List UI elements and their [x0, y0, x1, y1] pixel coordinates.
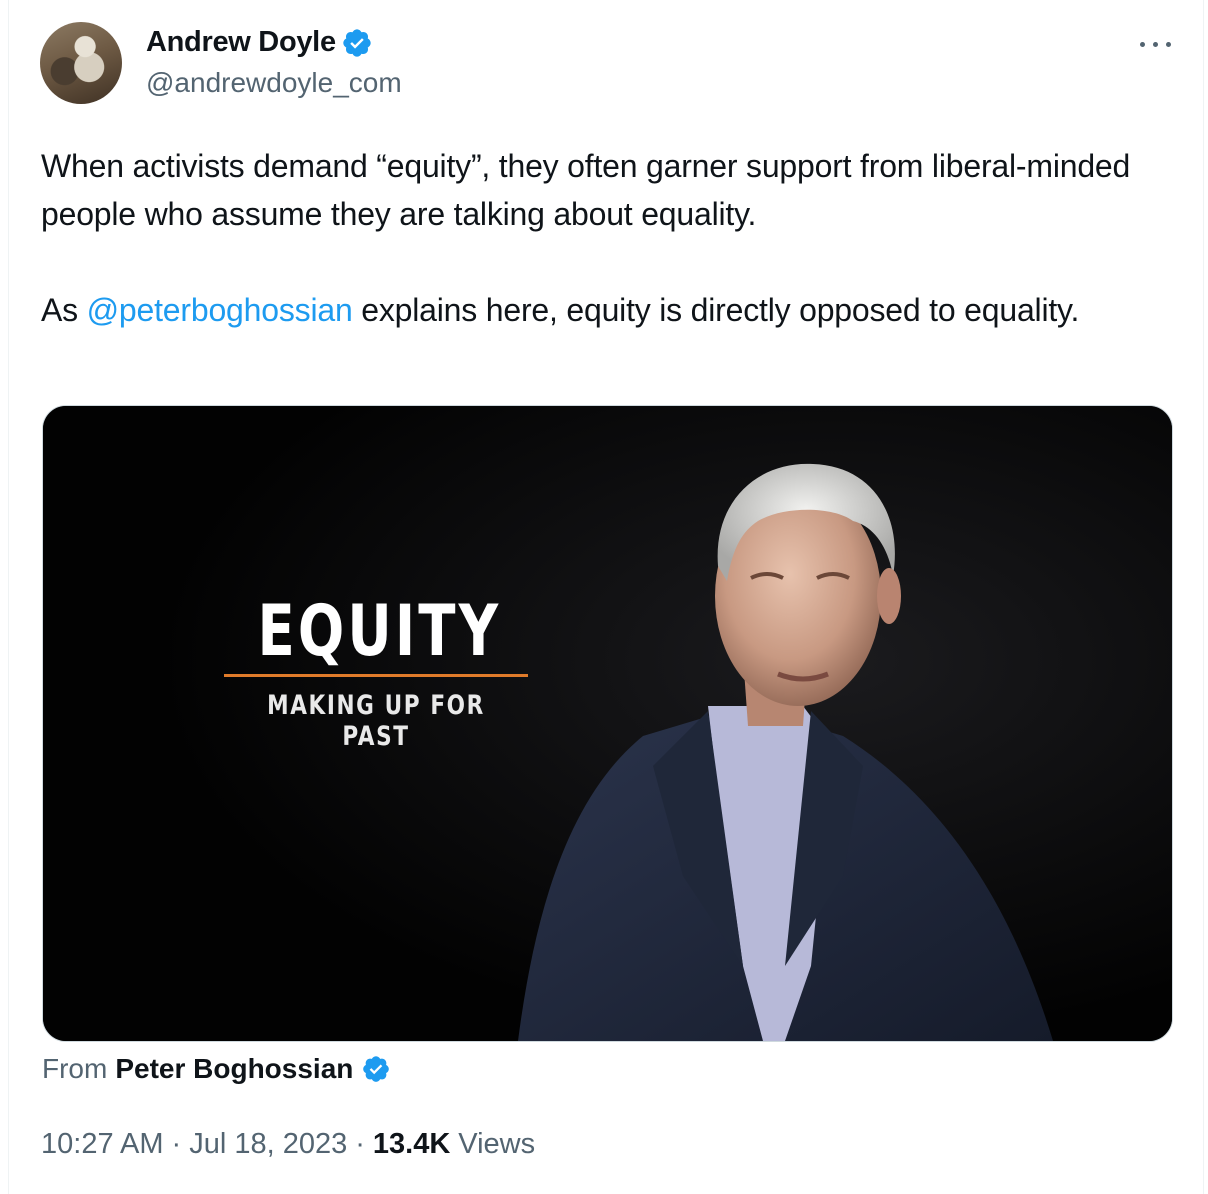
verified-badge-icon[interactable]	[341, 27, 373, 59]
more-options-icon[interactable]	[1136, 30, 1176, 60]
media-attribution: From Peter Boghossian	[42, 1053, 391, 1085]
verified-badge-icon[interactable]	[361, 1054, 391, 1084]
tweet-paragraph-1: When activists demand “equity”, they oft…	[41, 148, 1131, 232]
tweet-date[interactable]: Jul 18, 2023	[189, 1128, 347, 1161]
video-overlay-rule	[224, 674, 528, 677]
views-count: 13.4K	[372, 1128, 451, 1160]
tweet-paragraph-2-prefix: As	[41, 292, 87, 328]
video-player[interactable]	[42, 405, 1173, 1042]
meta-separator: ·	[355, 1128, 365, 1160]
author-name[interactable]: Andrew Doyle	[146, 26, 336, 59]
author-name-row: Andrew Doyle	[146, 26, 373, 59]
tweet-paragraph-2: As @peterboghossian explains here, equit…	[41, 286, 1181, 334]
author-avatar[interactable]	[40, 22, 122, 104]
tweet-text: When activists demand “equity”, they oft…	[41, 142, 1181, 334]
views-label: Views	[458, 1128, 536, 1160]
video-frame	[43, 406, 1172, 1041]
video-overlay-title: EQUITY	[257, 590, 502, 672]
mention-link[interactable]: @peterboghossian	[87, 292, 353, 328]
author-handle[interactable]: @andrewdoyle_com	[146, 67, 402, 99]
tweet-meta: 10:27 AM · Jul 18, 2023 · 13.4K Views	[41, 1128, 535, 1161]
tweet-paragraph-2-suffix: explains here, equity is directly oppose…	[352, 292, 1080, 328]
meta-separator: ·	[171, 1128, 182, 1160]
from-label: From	[42, 1053, 108, 1084]
from-name-link[interactable]: Peter Boghossian	[115, 1053, 353, 1085]
tweet-time[interactable]: 10:27 AM	[41, 1128, 164, 1161]
video-overlay-subtitle: MAKING UP FOR PAST	[267, 690, 485, 752]
